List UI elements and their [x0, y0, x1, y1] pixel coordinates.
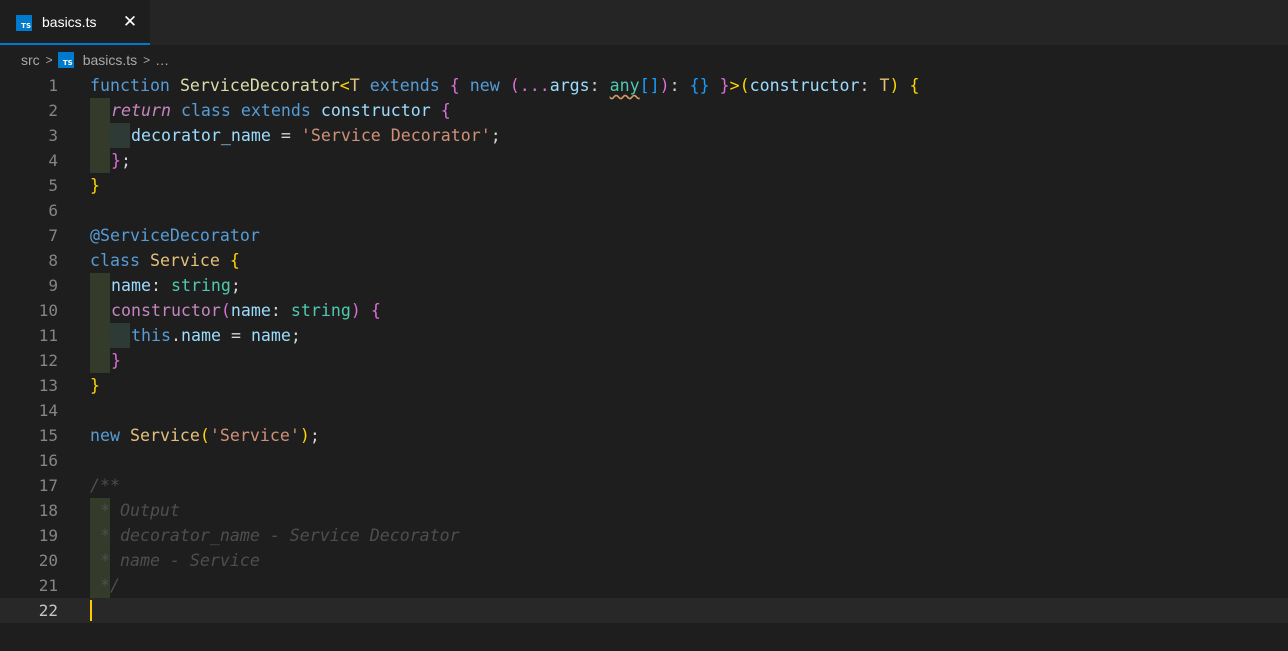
line-number: 20	[38, 551, 58, 570]
breadcrumb-symbols[interactable]: …	[155, 52, 169, 68]
indent-guide	[90, 273, 110, 298]
line-content: return class extends constructor {	[111, 101, 451, 120]
line-number: 21	[38, 576, 58, 595]
breadcrumb-folder-src[interactable]: src	[21, 52, 40, 68]
line-content: * decorator_name - Service Decorator	[90, 526, 460, 545]
line-number: 19	[38, 526, 58, 545]
line-content: };	[111, 151, 131, 170]
line-number: 22	[38, 601, 58, 620]
line-content: decorator_name = 'Service Decorator';	[131, 126, 501, 145]
line-number: 7	[48, 226, 58, 245]
typescript-file-icon: TS	[57, 52, 74, 68]
code-line[interactable]: 4 };	[0, 148, 1288, 173]
line-number: 2	[48, 101, 58, 120]
code-line[interactable]: 13 }	[0, 373, 1288, 398]
line-content: function ServiceDecorator<T extends { ne…	[90, 76, 920, 95]
code-line[interactable]: 15 new Service('Service');	[0, 423, 1288, 448]
chevron-right-icon: >	[45, 53, 53, 67]
close-icon[interactable]: ✕	[120, 11, 140, 33]
line-number: 17	[38, 476, 58, 495]
line-number: 16	[38, 451, 58, 470]
line-content: class Service {	[90, 251, 240, 270]
line-content: * Output	[90, 501, 180, 520]
breadcrumb-file[interactable]: basics.ts	[83, 52, 137, 68]
line-content: this.name = name;	[131, 326, 301, 345]
code-line[interactable]: 17 /**	[0, 473, 1288, 498]
tab-basics-ts[interactable]: TS basics.ts ✕	[0, 0, 150, 45]
indent-guide	[90, 148, 110, 173]
typescript-file-icon: TS	[16, 15, 32, 31]
line-content: @ServiceDecorator	[90, 226, 260, 245]
code-line[interactable]: 21 */	[0, 573, 1288, 598]
line-number: 11	[38, 326, 58, 345]
line-number: 12	[38, 351, 58, 370]
line-content: */	[90, 576, 120, 595]
indent-guide	[90, 323, 110, 348]
code-line[interactable]: 16	[0, 448, 1288, 473]
code-line[interactable]: 9 name: string;	[0, 273, 1288, 298]
line-number: 9	[48, 276, 58, 295]
line-number: 6	[48, 201, 58, 220]
breadcrumb: src > TS basics.ts > …	[0, 47, 1288, 73]
code-line[interactable]: 7 @ServiceDecorator	[0, 223, 1288, 248]
code-editor[interactable]: 1 function ServiceDecorator<T extends { …	[0, 73, 1288, 651]
line-content: name: string;	[111, 276, 241, 295]
code-line[interactable]: 20 * name - Service	[0, 548, 1288, 573]
line-content: constructor(name: string) {	[111, 301, 381, 320]
indent-guide	[110, 323, 130, 348]
tab-label: basics.ts	[42, 14, 97, 30]
code-line[interactable]: 8 class Service {	[0, 248, 1288, 273]
code-line[interactable]: 1 function ServiceDecorator<T extends { …	[0, 73, 1288, 98]
line-content: }	[90, 376, 100, 395]
text-cursor	[90, 600, 92, 621]
indent-guide	[90, 298, 110, 323]
code-line[interactable]: 19 * decorator_name - Service Decorator	[0, 523, 1288, 548]
code-line[interactable]: 10 constructor(name: string) {	[0, 298, 1288, 323]
line-number: 5	[48, 176, 58, 195]
line-content: }	[111, 351, 121, 370]
line-number: 1	[48, 76, 58, 95]
line-content: /**	[90, 476, 120, 495]
code-line[interactable]: 12 }	[0, 348, 1288, 373]
indent-guide	[90, 348, 110, 373]
code-line[interactable]: 14	[0, 398, 1288, 423]
line-number: 10	[38, 301, 58, 320]
line-number: 18	[38, 501, 58, 520]
line-number: 15	[38, 426, 58, 445]
chevron-right-icon: >	[143, 53, 151, 67]
line-content: * name - Service	[90, 551, 260, 570]
indent-guide	[90, 123, 110, 148]
tab-bar: TS basics.ts ✕	[0, 0, 1288, 45]
code-line[interactable]: 18 * Output	[0, 498, 1288, 523]
line-content: }	[90, 176, 100, 195]
line-number: 13	[38, 376, 58, 395]
line-number: 3	[48, 126, 58, 145]
indent-guide	[110, 123, 130, 148]
code-line[interactable]: 11 this.name = name;	[0, 323, 1288, 348]
line-number: 4	[48, 151, 58, 170]
code-line[interactable]: 5 }	[0, 173, 1288, 198]
code-line[interactable]: 6	[0, 198, 1288, 223]
indent-guide	[90, 98, 110, 123]
line-number: 8	[48, 251, 58, 270]
code-line[interactable]: 3 decorator_name = 'Service Decorator';	[0, 123, 1288, 148]
line-number: 14	[38, 401, 58, 420]
code-line[interactable]: 2 return class extends constructor {	[0, 98, 1288, 123]
code-line-current[interactable]: 22	[0, 598, 1288, 623]
line-content: new Service('Service');	[90, 426, 320, 445]
